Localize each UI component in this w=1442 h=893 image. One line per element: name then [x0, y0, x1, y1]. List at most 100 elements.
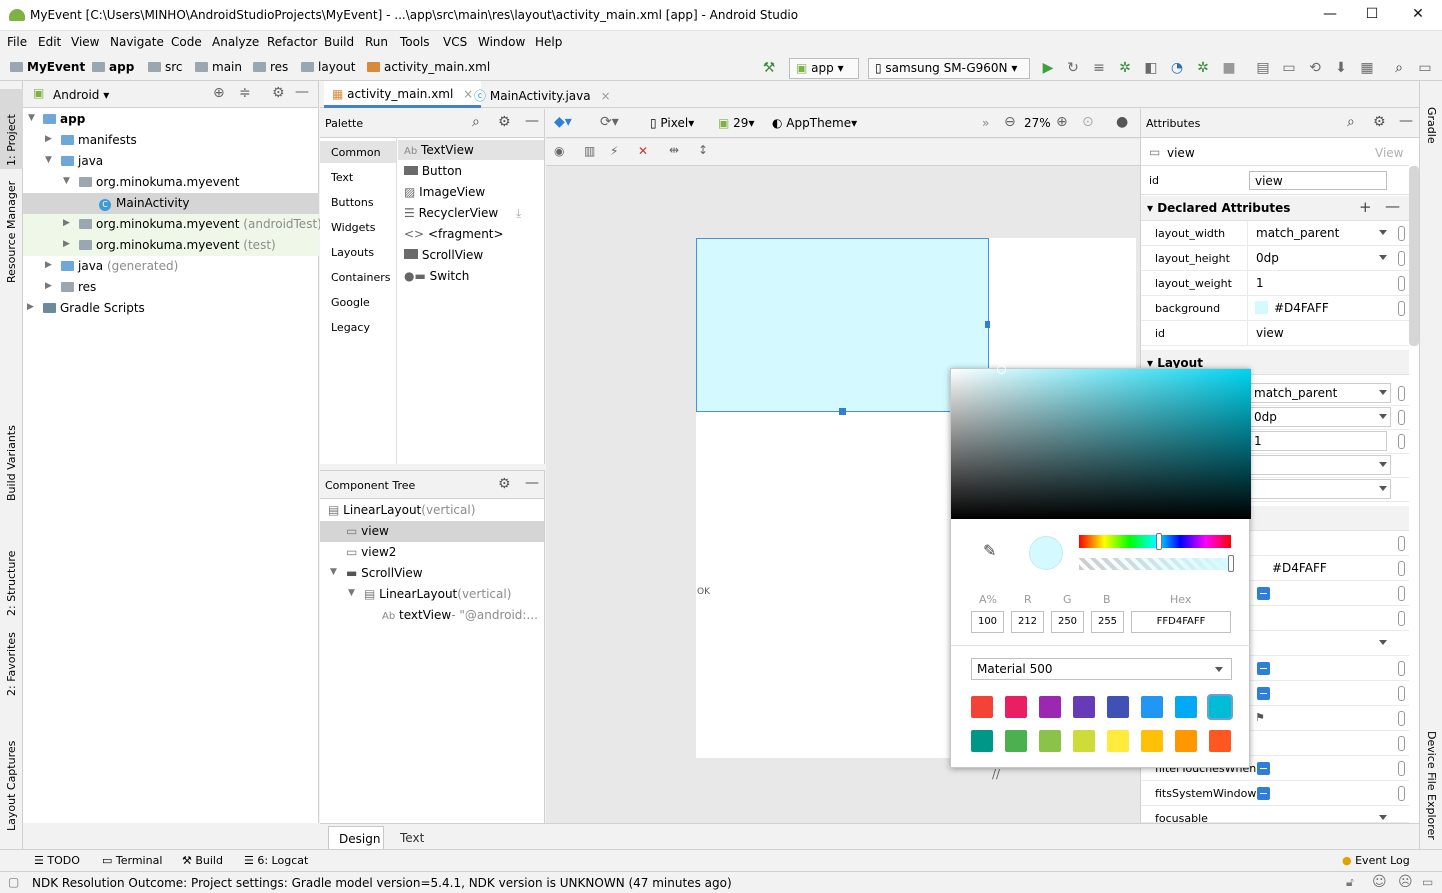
resource-picker-icon[interactable]: [1398, 301, 1405, 316]
remove-attribute-icon[interactable]: —: [1385, 197, 1400, 215]
attr-row-layout-width[interactable]: layout_width match_parent: [1141, 221, 1409, 246]
close-button[interactable]: ✕: [1408, 6, 1428, 24]
search-everywhere-icon[interactable]: ▭: [1416, 59, 1434, 77]
tree-item-res[interactable]: ▶ res: [23, 277, 319, 298]
alpha-slider[interactable]: [1079, 558, 1231, 570]
color-swatch[interactable]: [1073, 696, 1095, 718]
attr-row-background[interactable]: background #D4FAFF: [1141, 296, 1409, 321]
palette-category-buttons[interactable]: Buttons: [320, 191, 396, 213]
red-field[interactable]: 212: [1011, 611, 1044, 633]
minimize-button[interactable]: —: [1320, 6, 1340, 24]
breadcrumb-src[interactable]: src: [148, 60, 183, 74]
guidelines-icon[interactable]: ⇹: [669, 143, 679, 157]
resource-picker-icon[interactable]: [1398, 786, 1405, 801]
palette-item-imageview[interactable]: ▨ ImageView: [404, 185, 485, 206]
color-swatch[interactable]: [1141, 730, 1163, 752]
color-swatch[interactable]: [971, 696, 993, 718]
tab-device-file-explorer[interactable]: Device File Explorer: [1425, 731, 1438, 840]
resource-picker-icon[interactable]: [1398, 434, 1405, 449]
palette-category-text[interactable]: Text: [320, 166, 396, 188]
toggle-icon[interactable]: [1257, 662, 1270, 675]
color-swatch[interactable]: [1005, 730, 1027, 752]
menu-refactor[interactable]: Refactor: [267, 35, 317, 49]
ctree-view[interactable]: ▭ view: [320, 521, 544, 542]
resource-picker-icon[interactable]: [1398, 536, 1405, 551]
lock-icon[interactable]: 🔓︎: [1346, 875, 1354, 890]
layout-inspector-icon[interactable]: ▦: [1358, 59, 1376, 77]
sad-icon[interactable]: ☹: [1398, 874, 1413, 890]
gear-icon[interactable]: ⚙: [498, 476, 511, 492]
dropdown-arrow-icon[interactable]: [1379, 640, 1387, 645]
tab-mainactivity-java[interactable]: ⓒ MainActivity.java ×: [466, 81, 619, 108]
zoom-in-icon[interactable]: ⊕: [1056, 114, 1068, 130]
alpha-field[interactable]: 100: [971, 611, 1004, 633]
search-icon[interactable]: ⌕: [1390, 59, 1408, 77]
hue-slider-thumb[interactable]: [1156, 533, 1162, 550]
toggle-icon[interactable]: [1257, 587, 1270, 600]
tab-text[interactable]: Text: [388, 826, 436, 850]
event-log[interactable]: ● Event Log: [1342, 854, 1410, 867]
tree-item-package-androidtest[interactable]: ▶ org.minokuma.myevent (androidTest): [23, 214, 322, 235]
ctree-view2[interactable]: ▭ view2: [320, 542, 544, 563]
blue-field[interactable]: 255: [1091, 611, 1124, 633]
color-swatch[interactable]: [1207, 694, 1233, 720]
tree-item-package-test[interactable]: ▶ org.minokuma.myevent (test): [23, 235, 319, 256]
autoconnect-icon[interactable]: ⚡: [610, 144, 618, 158]
dropdown-arrow-icon[interactable]: [1379, 230, 1387, 235]
device-menu[interactable]: ▯ Pixel▾: [650, 116, 694, 130]
color-swatch[interactable]: [1175, 730, 1197, 752]
palette-category-legacy[interactable]: Legacy: [320, 316, 396, 338]
resize-handle-right[interactable]: [985, 321, 990, 328]
dropdown-arrow-icon[interactable]: [1379, 815, 1387, 820]
gear-icon[interactable]: ⚙: [1373, 114, 1386, 130]
sdk-manager-icon[interactable]: ⬇: [1332, 59, 1350, 77]
tab-structure[interactable]: 2: Structure: [5, 551, 18, 616]
tree-item-java[interactable]: ▼ java: [23, 151, 319, 172]
menu-analyze[interactable]: Analyze: [212, 35, 259, 49]
avd-manager-icon[interactable]: ▭: [1280, 59, 1298, 77]
resource-picker-icon[interactable]: [1398, 686, 1405, 701]
menu-build[interactable]: Build: [324, 35, 354, 49]
hammer-icon[interactable]: ⚒: [760, 59, 778, 77]
color-swatch[interactable]: [1039, 730, 1061, 752]
breadcrumb-app[interactable]: app: [92, 60, 134, 74]
resource-picker-icon[interactable]: [1398, 661, 1405, 676]
palette-item-fragment[interactable]: <> <fragment>: [404, 227, 504, 248]
palette-category-widgets[interactable]: Widgets: [320, 216, 396, 238]
saturation-value-area[interactable]: [951, 369, 1251, 519]
apply-code-changes-icon[interactable]: ≡: [1090, 59, 1108, 77]
orientation-icon[interactable]: ⟳▾: [600, 114, 619, 130]
palette-item-recyclerview[interactable]: ☰ RecyclerView ⤓: [404, 206, 521, 227]
attr-row-layout-height[interactable]: layout_height 0dp: [1141, 246, 1409, 271]
color-swatch[interactable]: [1141, 696, 1163, 718]
hide-icon[interactable]: —: [525, 113, 539, 129]
tab-design[interactable]: Design: [328, 826, 384, 850]
resource-picker-icon[interactable]: [1398, 386, 1405, 401]
profile-icon[interactable]: ◔: [1168, 59, 1186, 77]
palette-item-textview[interactable]: Ab TextView: [404, 143, 474, 164]
attr-row-focusable[interactable]: focusable: [1141, 806, 1409, 823]
close-tab-icon[interactable]: ×: [600, 89, 610, 103]
dropdown-arrow-icon[interactable]: [1379, 462, 1387, 467]
project-structure-icon[interactable]: ▤: [1254, 59, 1272, 77]
green-field[interactable]: 250: [1051, 611, 1084, 633]
resource-picker-icon[interactable]: [1398, 611, 1405, 626]
palette-select[interactable]: Material 500: [971, 658, 1232, 680]
eye-icon[interactable]: ◉: [554, 144, 564, 158]
menu-run[interactable]: Run: [365, 35, 388, 49]
hide-icon[interactable]: —: [1399, 113, 1413, 129]
hide-icon[interactable]: —: [295, 84, 309, 100]
tab-layout-captures[interactable]: Layout Captures: [5, 741, 18, 831]
alpha-slider-thumb[interactable]: [1228, 555, 1234, 572]
resource-picker-icon[interactable]: [1398, 251, 1405, 266]
project-view-select[interactable]: Android ▾: [53, 88, 109, 102]
add-attribute-icon[interactable]: +: [1359, 198, 1372, 216]
palette-category-common[interactable]: Common: [320, 141, 396, 163]
status-toggle-icon[interactable]: ▢: [8, 875, 19, 889]
color-swatch[interactable]: [1073, 730, 1095, 752]
dropdown-arrow-icon[interactable]: [1379, 414, 1387, 419]
tree-item-package[interactable]: ▼ org.minokuma.myevent: [23, 172, 319, 193]
pack-icon[interactable]: ↕: [698, 143, 708, 157]
tool-todo[interactable]: ☰ TODO: [34, 854, 80, 867]
color-swatch[interactable]: [1107, 696, 1129, 718]
